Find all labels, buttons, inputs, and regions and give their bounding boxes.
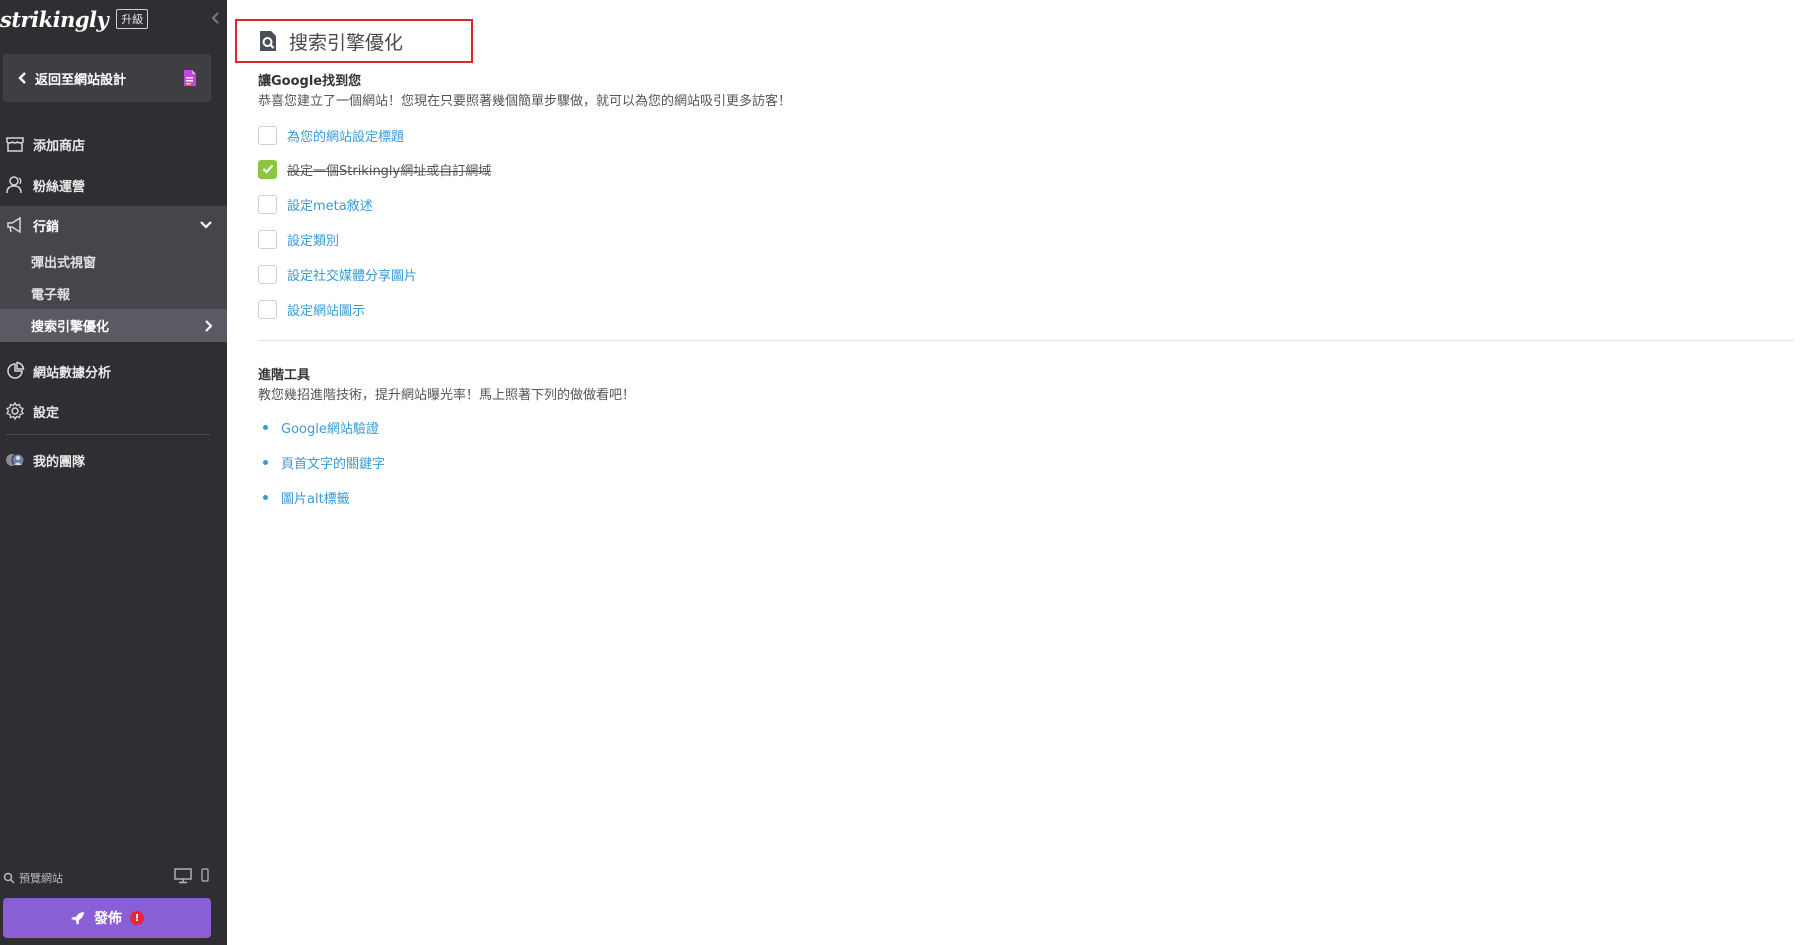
sidebar-item-label: 行銷 <box>33 219 60 235</box>
team-avatar-icon <box>6 453 25 467</box>
advanced-link-item[interactable]: Google網站驗證 <box>263 418 379 437</box>
checkbox[interactable] <box>258 194 277 214</box>
page-title: 搜索引擎優化 <box>289 31 404 54</box>
checkmark-icon <box>262 164 273 174</box>
preview-site-label: 預覽網站 <box>19 872 63 885</box>
sidebar-subitem-newsletter[interactable]: 電子報 <box>31 284 70 303</box>
checklist-link[interactable]: 設定網站圖示 <box>287 300 365 319</box>
desktop-view-icon[interactable] <box>174 868 192 884</box>
checklist-link[interactable]: 設定類別 <box>287 230 339 249</box>
sidebar: strikingly 升級 返回至網站設計 添加商店 粉絲運營 行銷 彈出式視窗… <box>0 0 227 945</box>
advanced-section-title: 進階工具 <box>258 368 311 383</box>
checklist-item[interactable]: 設定meta敘述 <box>258 194 373 214</box>
brand: strikingly 升級 <box>0 4 149 34</box>
upgrade-button[interactable]: 升級 <box>116 9 149 29</box>
sidebar-item-label: 添加商店 <box>33 138 86 154</box>
bullet-icon <box>263 459 268 465</box>
google-section-title: 讓Google找到您 <box>258 74 362 89</box>
advanced-link[interactable]: 頁首文字的關鍵字 <box>281 453 385 472</box>
sidebar-group-marketing: 行銷 彈出式視窗 電子報 搜索引擎優化 <box>0 206 227 342</box>
collapse-sidebar-icon[interactable] <box>209 10 223 26</box>
mobile-view-icon[interactable] <box>201 868 209 882</box>
sidebar-subitem-seo[interactable]: 搜索引擎優化 <box>0 309 227 342</box>
checklist-link[interactable]: 為您的網站設定標題 <box>287 126 404 145</box>
sidebar-item-fans[interactable]: 粉絲運營 <box>0 168 227 202</box>
sidebar-item-settings[interactable]: 設定 <box>0 394 227 428</box>
rocket-icon <box>71 912 84 925</box>
search-icon <box>3 872 15 884</box>
checklist-link-done[interactable]: 設定一個Strikingly網址或自訂網域 <box>287 160 491 179</box>
back-to-design-button[interactable]: 返回至網站設計 <box>3 54 211 102</box>
users-icon <box>6 176 22 194</box>
checkbox[interactable] <box>258 229 277 249</box>
megaphone-icon <box>7 216 21 234</box>
checklist-item[interactable]: 設定網站圖示 <box>258 299 365 319</box>
sidebar-item-store[interactable]: 添加商店 <box>0 127 227 161</box>
sidebar-item-label: 設定 <box>33 405 60 421</box>
google-section-desc: 恭喜您建立了一個網站！您現在只要照著幾個簡單步驟做，就可以為您的網站吸引更多訪客… <box>258 94 792 109</box>
bullet-icon <box>263 494 268 500</box>
checklist-item[interactable]: 為您的網站設定標題 <box>258 125 404 145</box>
checkbox[interactable] <box>258 264 277 284</box>
store-icon <box>6 137 24 152</box>
preview-site-link[interactable]: 預覽網站 <box>3 870 63 886</box>
checkbox-checked[interactable] <box>258 159 277 179</box>
sidebar-item-team[interactable]: 我的團隊 <box>0 443 227 477</box>
checklist-link[interactable]: 設定meta敘述 <box>287 195 373 214</box>
seo-search-icon <box>260 31 276 51</box>
advanced-section-desc: 教您幾招進階技術，提升網站曝光率！馬上照著下列的做做看吧！ <box>258 388 636 403</box>
sidebar-item-marketing[interactable]: 行銷 <box>0 206 227 244</box>
gear-icon <box>6 401 24 421</box>
checklist-item[interactable]: 設定類別 <box>258 229 339 249</box>
alert-icon: ! <box>130 911 144 925</box>
checklist-item[interactable]: 設定社交媒體分享圖片 <box>258 264 417 284</box>
checklist-item[interactable]: 設定一個Strikingly網址或自訂網域 <box>258 159 491 179</box>
chevron-left-icon <box>18 72 26 84</box>
advanced-link-item[interactable]: 圖片alt標籤 <box>263 488 350 507</box>
pie-chart-icon <box>7 361 25 379</box>
checklist-link[interactable]: 設定社交媒體分享圖片 <box>287 265 417 284</box>
publish-label: 發佈 <box>94 911 122 927</box>
checkbox[interactable] <box>258 125 277 145</box>
sidebar-subitem-label: 搜索引擎優化 <box>31 320 110 335</box>
advanced-link[interactable]: 圖片alt標籤 <box>281 488 350 507</box>
sidebar-subitem-popup[interactable]: 彈出式視窗 <box>31 252 96 271</box>
main-content: 搜索引擎優化 讓Google找到您 恭喜您建立了一個網站！您現在只要照著幾個簡單… <box>227 0 1810 945</box>
checkbox[interactable] <box>258 299 277 319</box>
bullet-icon <box>263 424 268 430</box>
sidebar-divider <box>6 434 210 435</box>
chevron-right-icon <box>205 320 213 332</box>
sidebar-item-label: 網站數據分析 <box>33 365 112 381</box>
publish-button[interactable]: 發佈 ! <box>3 898 211 938</box>
sidebar-item-analytics[interactable]: 網站數據分析 <box>0 354 227 388</box>
sidebar-item-label: 我的團隊 <box>33 454 86 470</box>
page-icon <box>184 70 196 86</box>
section-divider <box>258 340 1794 341</box>
sidebar-item-label: 粉絲運營 <box>33 179 86 195</box>
advanced-link[interactable]: Google網站驗證 <box>281 418 379 437</box>
back-to-design-label: 返回至網站設計 <box>35 72 127 88</box>
page-title-box: 搜索引擎優化 <box>235 19 473 63</box>
chevron-down-icon <box>200 221 212 229</box>
strikingly-logo[interactable]: strikingly <box>0 7 109 32</box>
advanced-link-item[interactable]: 頁首文字的關鍵字 <box>263 453 385 472</box>
